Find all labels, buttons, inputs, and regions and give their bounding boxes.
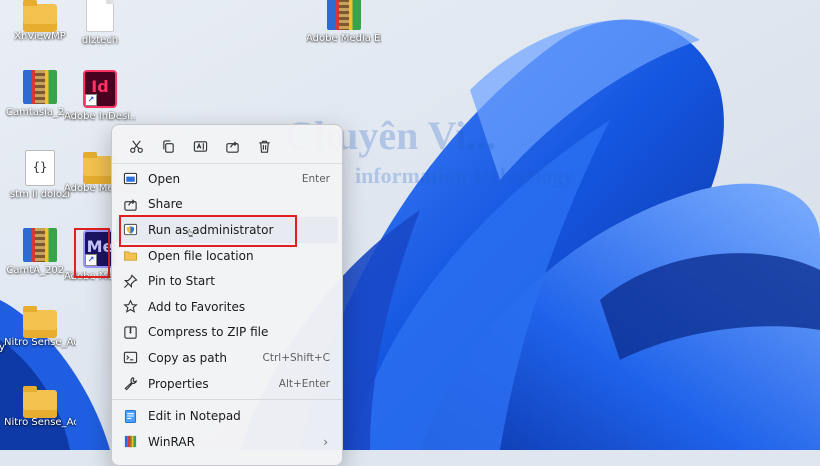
desktop-icon-partial[interactable]: y <box>0 342 38 354</box>
selected-icon-highlight <box>74 228 110 278</box>
menu-item-shortcut: Ctrl+Shift+C <box>262 351 330 364</box>
share-button[interactable] <box>216 135 248 157</box>
menu-item-label: Share <box>148 197 183 212</box>
folder-icon <box>122 248 138 264</box>
desktop-icon-label: y <box>0 342 5 353</box>
menu-item-label: Compress to ZIP file <box>148 325 269 340</box>
menu-item-properties[interactable]: Properties Alt+Enter <box>112 371 342 397</box>
menu-item-add-to-favorites[interactable]: Add to Favorites <box>112 294 342 320</box>
path-icon <box>122 350 138 366</box>
desktop-icon-label: Adobe InDesi... <box>64 111 136 122</box>
rename-icon <box>193 140 207 152</box>
shortcut-arrow-icon: ↗ <box>85 94 97 106</box>
folder-icon <box>23 306 57 338</box>
menu-item-winrar[interactable]: WinRAR › <box>112 429 342 455</box>
menu-item-share[interactable]: Share <box>112 192 342 218</box>
folder-icon <box>23 0 57 32</box>
copy-button[interactable] <box>152 135 184 157</box>
star-icon <box>122 299 138 315</box>
menu-item-shortcut: Enter <box>301 172 330 185</box>
scissors-icon <box>129 140 143 153</box>
winrar-icon <box>122 434 138 450</box>
desktop-icon-label: Adobe Media Encoder 202... <box>306 33 382 44</box>
menu-item-pin-to-start[interactable]: Pin to Start <box>112 268 342 294</box>
run-as-admin-highlight <box>119 215 297 247</box>
winrar-archive-icon <box>23 228 57 262</box>
open-icon <box>122 171 138 187</box>
winrar-archive-icon <box>23 70 57 104</box>
document-icon <box>86 0 114 32</box>
pin-icon <box>122 273 138 289</box>
wrench-icon <box>122 376 138 392</box>
desktop-icon-label: Nitro Sense_Acer... <box>4 417 76 428</box>
menu-item-label: Edit in Notepad <box>148 409 241 424</box>
notepad-icon <box>122 408 138 424</box>
menu-item-shortcut: Alt+Enter <box>278 377 330 390</box>
menu-item-label: Open file location <box>148 248 254 263</box>
menu-item-copy-as-path[interactable]: Copy as path Ctrl+Shift+C <box>112 345 342 371</box>
json-file-icon: {} <box>25 150 55 186</box>
menu-item-compress-to-zip[interactable]: Compress to ZIP file <box>112 320 342 346</box>
indesign-icon: Id ↗ <box>83 70 117 108</box>
copy-icon <box>162 139 174 153</box>
rename-button[interactable] <box>184 135 216 157</box>
menu-item-label: WinRAR <box>148 434 195 449</box>
menu-item-label: Copy as path <box>148 350 227 365</box>
share-icon <box>122 196 138 212</box>
winrar-archive-icon <box>327 0 361 30</box>
watermark-line2: information technology <box>355 163 575 188</box>
menu-item-label: Add to Favorites <box>148 299 246 314</box>
menu-separator <box>112 399 342 401</box>
desktop-icon-dlztech[interactable]: dlztech <box>64 0 136 47</box>
context-menu-items: Open Enter Share Run as administrator 👆︎… <box>112 164 342 455</box>
share-icon <box>225 140 239 153</box>
trash-icon <box>258 140 270 153</box>
context-menu: Open Enter Share Run as administrator 👆︎… <box>111 124 343 466</box>
menu-item-label: Properties <box>148 376 209 391</box>
cut-button[interactable] <box>120 135 152 157</box>
desktop-icon-nitro-sense-2[interactable]: Nitro Sense_Acer... <box>4 386 76 429</box>
desktop-icon-adobe-media-encoder-archive[interactable]: Adobe Media Encoder 202... <box>306 0 382 45</box>
context-menu-toolbar <box>112 125 342 164</box>
desktop-icon-adobe-indesign[interactable]: Id ↗ Adobe InDesi... <box>64 70 136 123</box>
menu-item-open[interactable]: Open Enter <box>112 166 342 192</box>
menu-item-label: Open <box>148 171 181 186</box>
zip-icon <box>122 324 138 340</box>
menu-item-label: Pin to Start <box>148 274 215 289</box>
desktop-icon-label: dlztech <box>81 35 119 46</box>
delete-button[interactable] <box>248 135 280 157</box>
submenu-chevron-icon: › <box>323 434 328 449</box>
folder-icon <box>23 386 57 418</box>
menu-item-edit-in-notepad[interactable]: Edit in Notepad <box>112 403 342 429</box>
